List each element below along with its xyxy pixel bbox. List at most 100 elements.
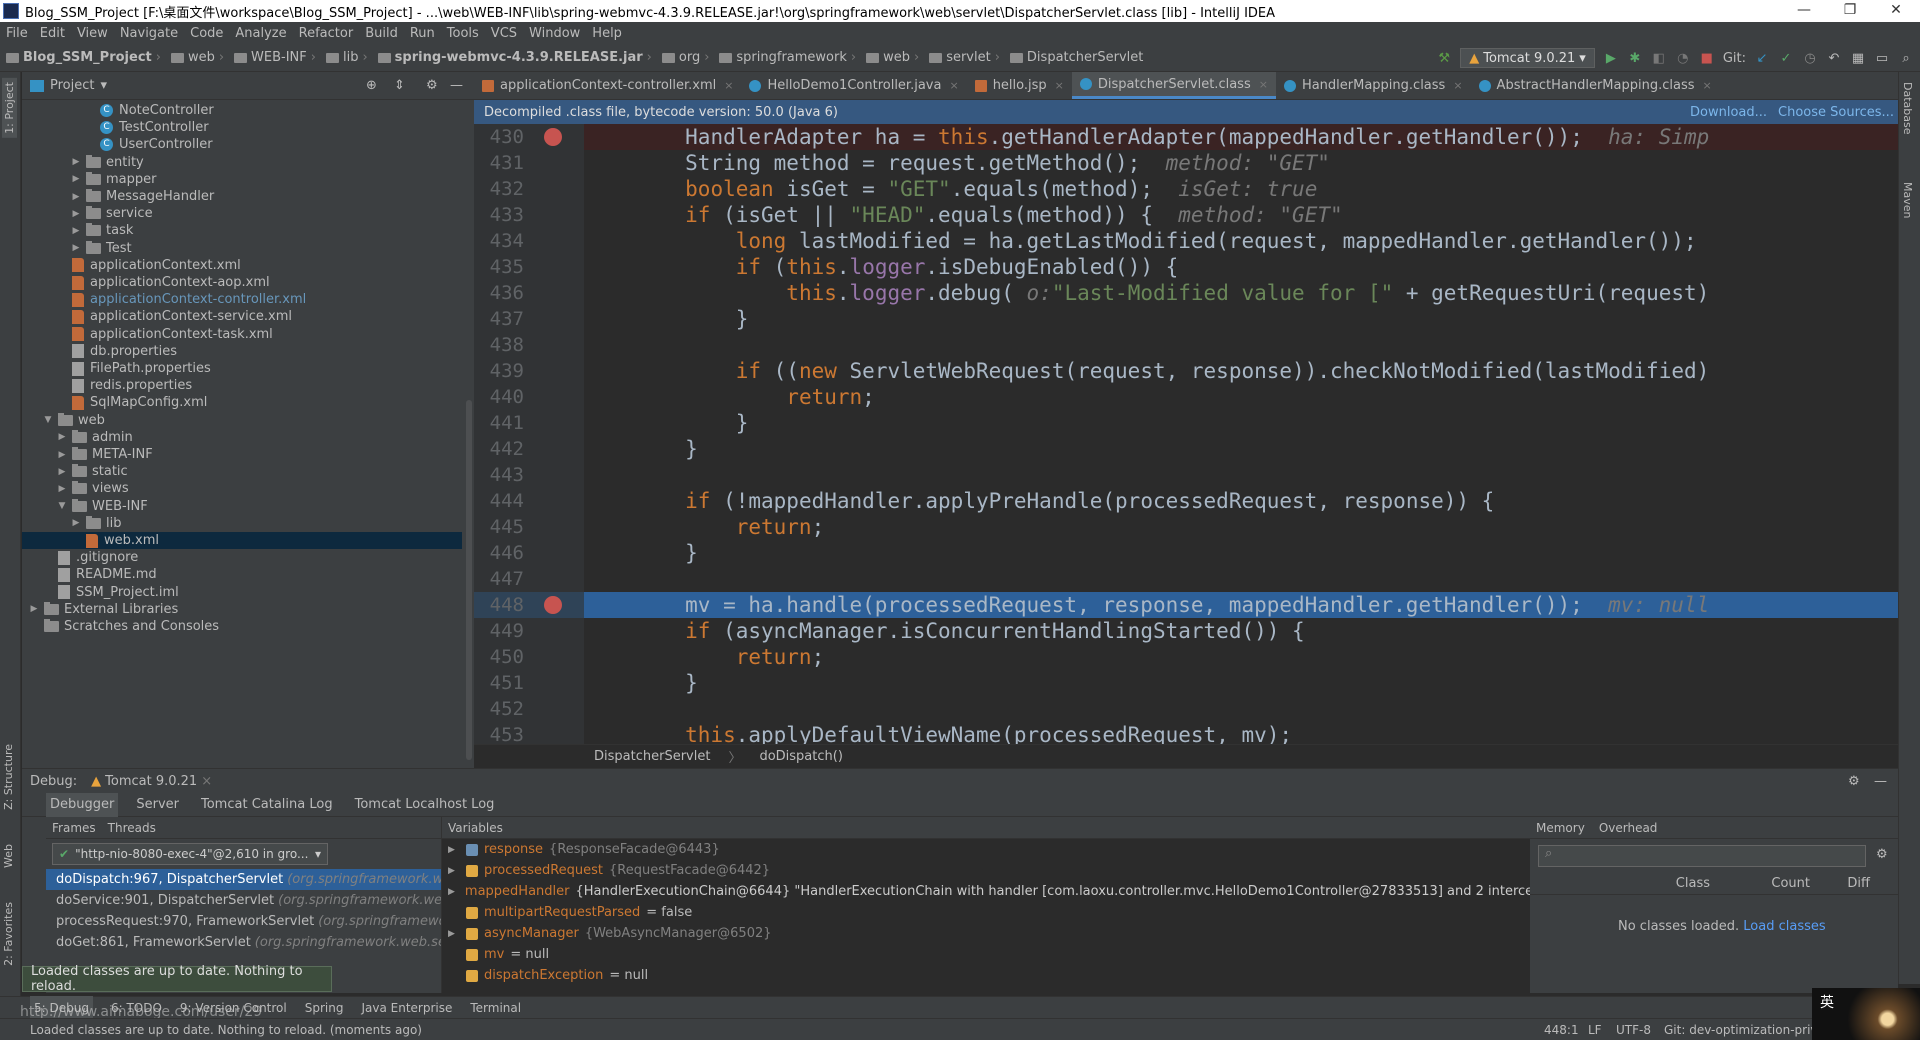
breadcrumb-item[interactable]: spring-webmvc-4.3.9.RELEASE.jar (377, 50, 643, 65)
editor-tab[interactable]: AbstractHandlerMapping.class × (1471, 72, 1720, 99)
stop-icon[interactable]: ■ (1699, 50, 1715, 66)
tree-item[interactable]: README.md (22, 566, 462, 583)
chevron-right-icon[interactable]: ▶ (70, 192, 82, 202)
menu-item-file[interactable]: File (0, 26, 34, 41)
variable-row[interactable]: ▶ mappedHandler {HandlerExecutionChain@664… (442, 881, 1573, 902)
editor-crumb-class[interactable]: DispatcherServlet (594, 749, 710, 764)
hide-panel-icon[interactable]: — (1874, 774, 1887, 789)
debug-session-tab[interactable]: ▲ Tomcat 9.0.21 × (91, 774, 212, 789)
tree-item[interactable]: ▶ Test (22, 240, 462, 257)
chevron-right-icon[interactable]: ▶ (448, 845, 462, 855)
menu-item-edit[interactable]: Edit (34, 26, 71, 41)
tree-item[interactable]: ▶ static (22, 463, 462, 480)
menu-item-run[interactable]: Run (404, 26, 441, 41)
debug-tab-debugger[interactable]: Debugger (46, 792, 119, 817)
tree-item[interactable]: ▶ views (22, 480, 462, 497)
close-icon[interactable]: × (1055, 79, 1064, 92)
editor-crumb-method[interactable]: doDispatch() (759, 749, 842, 764)
run-icon[interactable]: ▶ (1603, 50, 1619, 66)
tree-item[interactable]: ▶ admin (22, 429, 462, 446)
menu-item-navigate[interactable]: Navigate (114, 26, 184, 41)
gear-icon[interactable]: ⚙ (1848, 774, 1860, 789)
tool-tab-favorites[interactable]: 2: Favorites (2, 902, 15, 966)
project-view-select[interactable]: Project (50, 78, 94, 93)
run-config-select[interactable]: ▲ Tomcat 9.0.21 ▾ (1460, 48, 1595, 68)
breadcrumb-item[interactable]: servlet (929, 50, 991, 65)
chevron-right-icon[interactable]: ▶ (56, 450, 68, 460)
debug-bug-icon[interactable]: ✱ (1627, 50, 1643, 66)
chevron-right-icon[interactable]: ▶ (448, 866, 462, 876)
tree-item[interactable]: ▶ entity (22, 154, 462, 171)
stack-frame[interactable]: doGet:861, FrameworkServlet (org.springfr… (46, 932, 441, 953)
chevron-right-icon[interactable]: ▶ (56, 467, 68, 477)
tree-item[interactable]: applicationContext-service.xml (22, 308, 462, 325)
breadcrumb-item[interactable]: WEB-INF (234, 50, 307, 65)
menu-item-vcs[interactable]: VCS (485, 26, 523, 41)
chevron-right-icon[interactable]: ▶ (70, 518, 82, 528)
chevron-right-icon[interactable]: ▶ (448, 929, 462, 939)
tree-item[interactable]: ▶ External Libraries (22, 601, 462, 618)
coverage-icon[interactable]: ◧ (1651, 50, 1667, 66)
tool-tab-spring[interactable]: Spring (305, 1001, 344, 1015)
profile-icon[interactable]: ◔ (1675, 50, 1691, 66)
column-diff[interactable]: Diff (1810, 876, 1870, 891)
menu-item-build[interactable]: Build (359, 26, 404, 41)
chevron-down-icon[interactable]: ▼ (42, 415, 54, 425)
tree-item[interactable]: ▶ lib (22, 515, 462, 532)
tree-item[interactable]: C UserController (22, 136, 462, 153)
menu-item-analyze[interactable]: Analyze (229, 26, 292, 41)
breadcrumb-item[interactable]: org (661, 50, 700, 65)
tree-item[interactable]: ▼ WEB-INF (22, 498, 462, 515)
build-hammer-icon[interactable]: ⚒ (1436, 50, 1452, 66)
column-class[interactable]: Class (1530, 876, 1710, 891)
editor-tab[interactable]: HelloDemo1Controller.java × (741, 72, 966, 99)
debug-tab-tomcat-localhost-log[interactable]: Tomcat Localhost Log (351, 793, 499, 817)
minimize-icon[interactable]: — (1784, 0, 1824, 22)
editor-tab[interactable]: applicationContext-controller.xml × (474, 72, 741, 99)
git-commit-icon[interactable]: ✓ (1778, 50, 1794, 66)
git-branch[interactable]: Git: dev-optimization-priv (1664, 1023, 1818, 1037)
tool-tab-terminal[interactable]: Terminal (470, 1001, 521, 1015)
menu-item-refactor[interactable]: Refactor (293, 26, 360, 41)
tree-item[interactable]: C NoteController (22, 102, 462, 119)
overhead-tab[interactable]: Overhead (1599, 821, 1658, 835)
tree-item[interactable]: applicationContext.xml (22, 257, 462, 274)
chevron-right-icon[interactable]: ▶ (56, 484, 68, 494)
variable-row[interactable]: mv = null (442, 944, 1530, 965)
git-update-icon[interactable]: ↙ (1754, 50, 1770, 66)
tool-tab-java-enterprise[interactable]: Java Enterprise (361, 1001, 452, 1015)
breadcrumb-item[interactable]: DispatcherServlet (1009, 50, 1143, 65)
debug-tab-server[interactable]: Server (132, 793, 183, 817)
tree-item[interactable]: ▶ META-INF (22, 446, 462, 463)
chevron-right-icon[interactable]: ▶ (70, 226, 82, 236)
tree-item[interactable]: applicationContext-task.xml (22, 326, 462, 343)
breadcrumb-item[interactable]: web (170, 50, 215, 65)
tool-tab-structure[interactable]: Z: Structure (2, 744, 15, 810)
breadcrumb-item[interactable]: web (866, 50, 910, 65)
hide-panel-icon[interactable]: — (450, 78, 463, 93)
tree-item[interactable]: SqlMapConfig.xml (22, 394, 462, 411)
stack-frame[interactable]: processRequest:970, FrameworkServlet (org… (46, 911, 441, 932)
download-sources-link[interactable]: Download... (1690, 105, 1767, 120)
tree-item[interactable]: applicationContext-aop.xml (22, 274, 462, 291)
menu-item-help[interactable]: Help (586, 26, 628, 41)
tool-tab-web[interactable]: Web (2, 844, 15, 868)
git-history-icon[interactable]: ◷ (1802, 50, 1818, 66)
choose-sources-link[interactable]: Choose Sources... (1778, 105, 1894, 120)
restore-icon[interactable]: ❐ (1830, 0, 1870, 22)
tree-item[interactable]: redis.properties (22, 377, 462, 394)
breakpoint-icon[interactable] (544, 596, 562, 614)
notification-balloon[interactable]: Loaded classes are up to date. Nothing t… (22, 964, 332, 994)
chevron-right-icon[interactable]: ▶ (70, 174, 82, 184)
file-encoding[interactable]: UTF-8 (1616, 1023, 1651, 1037)
variable-row[interactable]: ▶ response {ResponseFacade@6443} (442, 839, 1530, 860)
tool-tab-project[interactable]: 1: Project (2, 78, 17, 138)
tree-item[interactable]: ▶ mapper (22, 171, 462, 188)
chevron-right-icon[interactable]: ▶ (70, 157, 82, 167)
tree-item[interactable]: C TestController (22, 119, 462, 136)
code-area[interactable]: HandlerAdapter ha = this.getHandlerAdapt… (584, 124, 1898, 744)
memory-tab[interactable]: Memory (1536, 821, 1585, 835)
breakpoint-icon[interactable] (544, 128, 562, 146)
line-separator[interactable]: LF (1588, 1023, 1602, 1037)
caret-position[interactable]: 448:1 (1544, 1023, 1579, 1037)
